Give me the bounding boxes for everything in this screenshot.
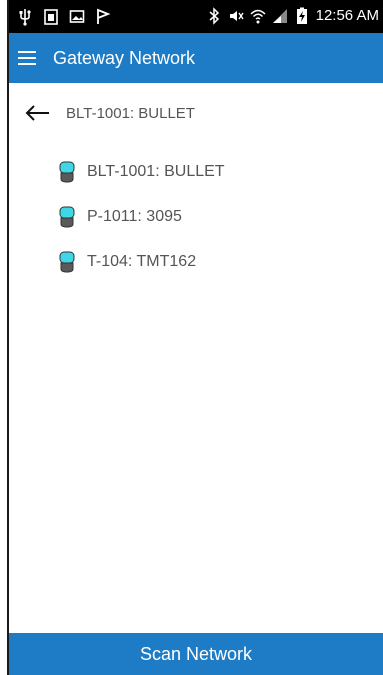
app-bar: Gateway Network xyxy=(9,33,383,83)
device-list: BLT-1001: BULLET P-1011: 3095 T-104: TMT… xyxy=(9,149,383,284)
device-item[interactable]: P-1011: 3095 xyxy=(9,194,383,239)
network-tree: BLT-1001: BULLET BLT-1001: BULLET P-1011… xyxy=(9,83,383,633)
back-navigation-row[interactable]: BLT-1001: BULLET xyxy=(9,93,383,133)
device-label: T-104: TMT162 xyxy=(87,252,197,270)
device-item[interactable]: T-104: TMT162 xyxy=(9,239,383,284)
device-frame: 12:56 AM Gateway Network BLT-1001: BULLE… xyxy=(0,0,383,675)
back-arrow-icon[interactable] xyxy=(25,104,51,122)
app-title: Gateway Network xyxy=(53,48,196,68)
device-label: BLT-1001: BULLET xyxy=(87,162,225,180)
status-bar-right-icons: 12:56 AM xyxy=(206,7,379,25)
sensor-icon xyxy=(59,161,75,183)
status-bar-time: 12:56 AM xyxy=(315,7,379,24)
hamburger-menu-icon[interactable] xyxy=(17,48,37,68)
device-label: P-1011: 3095 xyxy=(87,207,182,225)
flag-icon xyxy=(97,8,111,24)
battery-charging-icon xyxy=(296,7,307,24)
status-bar-left-icons xyxy=(17,8,111,26)
device-item[interactable]: BLT-1001: BULLET xyxy=(9,149,383,194)
wifi-icon xyxy=(250,9,266,24)
sensor-icon xyxy=(59,251,75,273)
app-screen: 12:56 AM Gateway Network BLT-1001: BULLE… xyxy=(9,0,383,675)
image-icon xyxy=(69,10,85,23)
signal-icon xyxy=(272,9,287,23)
scan-network-button[interactable]: Scan Network xyxy=(9,633,383,675)
current-node-label: BLT-1001: BULLET xyxy=(66,104,195,122)
sensor-icon xyxy=(59,206,75,228)
bluetooth-icon xyxy=(209,7,219,25)
left-bezel xyxy=(0,0,9,675)
mute-icon xyxy=(229,11,244,21)
status-bar: 12:56 AM xyxy=(9,0,383,33)
usb-icon xyxy=(19,9,31,26)
screenshot-icon xyxy=(44,9,58,25)
